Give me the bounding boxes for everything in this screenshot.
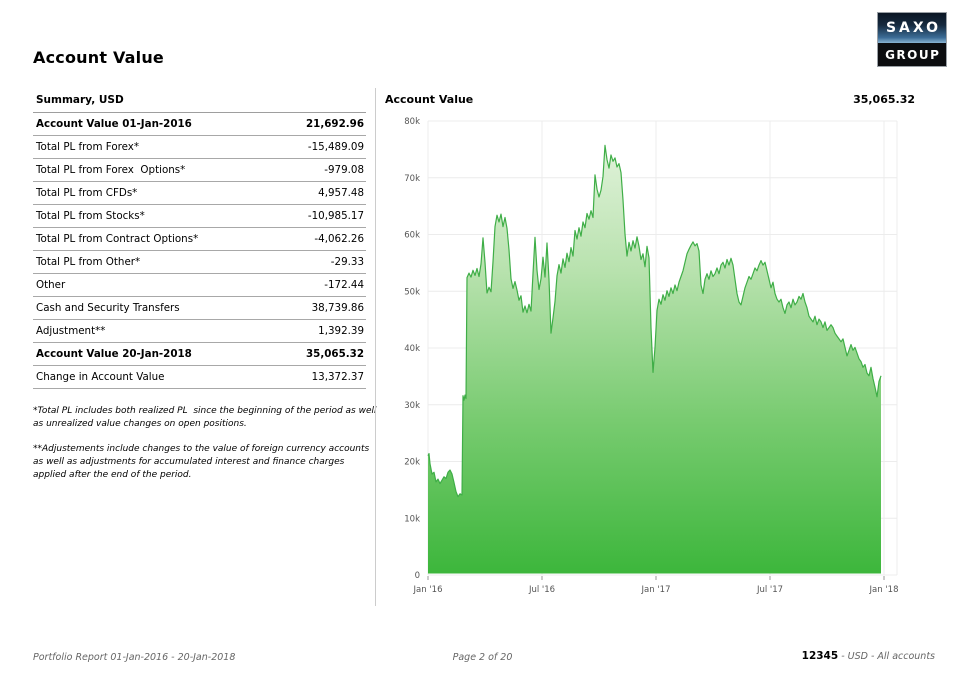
footer-account-number: 12345	[802, 650, 839, 662]
summary-row: Total PL from Contract Options* -4,062.26	[33, 228, 366, 251]
summary-row: Total PL from Forex Options* -979.08	[33, 159, 366, 182]
footer-account-suffix: - USD - All accounts	[838, 651, 935, 662]
footnote: *Total PL includes both realized PL sinc…	[33, 405, 378, 431]
summary-row-label: Account Value 01-Jan-2016	[36, 118, 192, 130]
summary-row: Total PL from Forex* -15,489.09	[33, 136, 366, 159]
chart-panel: Account Value 35,065.32 0 10k 20k 30k 40k 50k…	[375, 88, 954, 606]
chart-header: Account Value 35,065.32	[385, 93, 915, 106]
summary-row-label: Total PL from Forex Options*	[36, 164, 185, 176]
chart-title: Account Value	[385, 93, 473, 106]
summary-row: Account Value 20-Jan-2018 35,065.32	[33, 343, 366, 366]
footnotes: *Total PL includes both realized PL sinc…	[33, 405, 378, 482]
svg-text:20k: 20k	[404, 458, 420, 468]
summary-row-label: Total PL from Contract Options*	[36, 233, 198, 245]
svg-text:10k: 10k	[404, 514, 420, 524]
summary-row-label: Change in Account Value	[36, 371, 164, 383]
svg-text:Jul '17: Jul '17	[756, 585, 783, 595]
svg-text:Jul '16: Jul '16	[528, 585, 555, 595]
report-page: Account Value SAXO GROUP Summary, USD Ac…	[0, 0, 965, 682]
summary-row-label: Total PL from CFDs*	[36, 187, 137, 199]
summary-row-label: Total PL from Other*	[36, 256, 140, 268]
summary-row-value: 35,065.32	[306, 348, 364, 360]
svg-text:Jan '16: Jan '16	[413, 585, 443, 595]
summary-row: Total PL from Stocks* -10,985.17	[33, 205, 366, 228]
logo-group-text: GROUP	[878, 43, 946, 66]
summary-row: Other -172.44	[33, 274, 366, 297]
svg-text:Jan '17: Jan '17	[641, 585, 671, 595]
page-title: Account Value	[33, 48, 164, 67]
summary-row-value: -29.33	[331, 256, 364, 268]
summary-row-label: Adjustment**	[36, 325, 105, 337]
footer: Portfolio Report 01-Jan-2016 - 20-Jan-20…	[0, 650, 965, 670]
summary-row: Total PL from CFDs* 4,957.48	[33, 182, 366, 205]
svg-text:40k: 40k	[404, 344, 420, 354]
svg-text:50k: 50k	[404, 287, 420, 297]
summary-row-value: -172.44	[324, 279, 364, 291]
summary-row-value: 4,957.48	[318, 187, 364, 199]
summary-row-label: Total PL from Stocks*	[36, 210, 145, 222]
summary-row-value: 13,372.37	[312, 371, 364, 383]
summary-row-value: 21,692.96	[306, 118, 364, 130]
summary-panel: Summary, USD Account Value 01-Jan-2016 21…	[33, 90, 366, 494]
summary-row-value: -15,489.09	[308, 141, 364, 153]
svg-text:60k: 60k	[404, 231, 420, 241]
summary-row-label: Total PL from Forex*	[36, 141, 139, 153]
summary-row-label: Other	[36, 279, 65, 291]
summary-row-value: 1,392.39	[318, 325, 364, 337]
account-value-chart: 0 10k 20k 30k 40k 50k 60k 70k 80k Jan '16 Jul '16 J…	[376, 112, 921, 602]
summary-row-label: Account Value 20-Jan-2018	[36, 348, 192, 360]
summary-row-label: Cash and Security Transfers	[36, 302, 180, 314]
svg-text:70k: 70k	[404, 174, 420, 184]
summary-row-value: -10,985.17	[308, 210, 364, 222]
summary-row-value: -979.08	[324, 164, 364, 176]
summary-row: Change in Account Value 13,372.37	[33, 366, 366, 389]
summary-row: Account Value 01-Jan-2016 21,692.96	[33, 113, 366, 136]
saxo-group-logo: SAXO GROUP	[877, 12, 947, 67]
svg-text:0: 0	[415, 571, 420, 581]
summary-row-value: 38,739.86	[312, 302, 364, 314]
svg-text:30k: 30k	[404, 401, 420, 411]
footer-account: 12345 - USD - All accounts	[802, 650, 935, 662]
summary-row: Cash and Security Transfers 38,739.86	[33, 297, 366, 320]
summary-row-value: -4,062.26	[314, 233, 364, 245]
svg-text:Jan '18: Jan '18	[869, 585, 899, 595]
svg-text:80k: 80k	[404, 117, 420, 127]
summary-header: Summary, USD	[33, 90, 366, 113]
summary-row: Total PL from Other* -29.33	[33, 251, 366, 274]
chart-current-value: 35,065.32	[853, 93, 915, 106]
logo-saxo-text: SAXO	[878, 13, 946, 43]
summary-row: Adjustment** 1,392.39	[33, 320, 366, 343]
summary-table: Account Value 01-Jan-2016 21,692.96 Total …	[33, 113, 366, 389]
footnote: **Adjustements include changes to the va…	[33, 443, 378, 482]
